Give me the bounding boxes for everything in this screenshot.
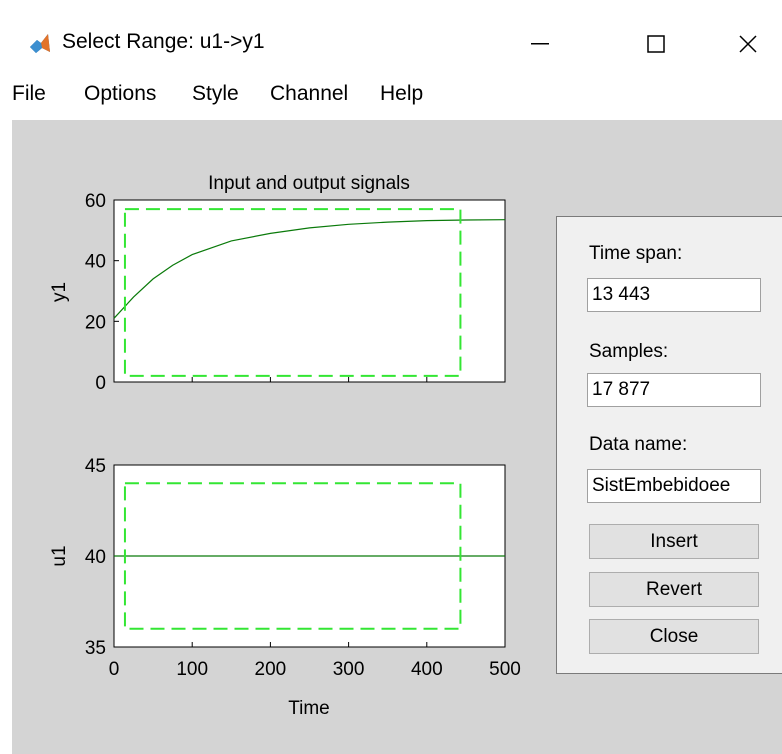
select-range-window: Select Range: u1->y1 File Options Style … xyxy=(0,0,782,754)
menu-channel[interactable]: Channel xyxy=(270,82,348,106)
samples-field[interactable] xyxy=(587,373,761,407)
bottom-axes[interactable]: 35 40 45 0 100 200 300 400 500 u1 Time xyxy=(49,377,521,719)
plot-title: Input and output signals xyxy=(208,173,410,194)
top-y-tick-label: 0 xyxy=(95,373,106,394)
menu-help[interactable]: Help xyxy=(380,82,423,106)
bottom-y-tick-label: 45 xyxy=(85,456,106,477)
x-tick-label: 500 xyxy=(489,659,521,680)
bottom-y-tick-label: 40 xyxy=(85,547,106,568)
maximize-icon xyxy=(647,35,665,53)
bottom-y-tick-label: 35 xyxy=(85,638,106,659)
x-tick-label: 300 xyxy=(333,659,365,680)
time-span-label: Time span: xyxy=(589,243,683,264)
maximize-button[interactable] xyxy=(626,20,686,68)
insert-button[interactable]: Insert xyxy=(589,524,759,559)
top-axes[interactable]: Input and output signals 0 20 40 60 y1 xyxy=(49,173,506,394)
menu-file[interactable]: File xyxy=(12,82,46,106)
menu-options[interactable]: Options xyxy=(84,82,156,106)
menu-style[interactable]: Style xyxy=(192,82,239,106)
revert-button[interactable]: Revert xyxy=(589,572,759,607)
close-window-button[interactable] xyxy=(718,20,778,68)
close-button[interactable]: Close xyxy=(589,619,759,654)
x-tick-label: 200 xyxy=(255,659,287,680)
range-info-panel: Time span: Samples: Data name: Insert Re… xyxy=(556,216,782,674)
minimize-icon xyxy=(531,43,549,45)
data-name-label: Data name: xyxy=(589,434,688,455)
samples-label: Samples: xyxy=(589,341,669,362)
top-y-tick-label: 20 xyxy=(85,312,106,333)
minimize-button[interactable] xyxy=(510,20,570,68)
time-span-field[interactable] xyxy=(587,278,761,312)
x-tick-label: 0 xyxy=(109,659,120,680)
data-name-field[interactable] xyxy=(587,469,761,503)
menu-bar: File Options Style Channel Help xyxy=(0,72,782,118)
plots-canvas: Input and output signals 0 20 40 60 y1 35 40… xyxy=(49,173,521,719)
x-tick-label: 100 xyxy=(176,659,208,680)
matlab-icon xyxy=(28,32,52,56)
bottom-y-label: u1 xyxy=(49,545,70,566)
top-y-tick-label: 60 xyxy=(85,191,106,212)
top-y-tick-label: 40 xyxy=(85,252,106,273)
title-bar: Select Range: u1->y1 xyxy=(0,8,782,68)
top-y-label: y1 xyxy=(49,282,70,302)
close-icon xyxy=(739,35,757,53)
window-title: Select Range: u1->y1 xyxy=(62,30,265,53)
x-axis-label: Time xyxy=(288,698,330,719)
x-tick-label: 400 xyxy=(411,659,443,680)
